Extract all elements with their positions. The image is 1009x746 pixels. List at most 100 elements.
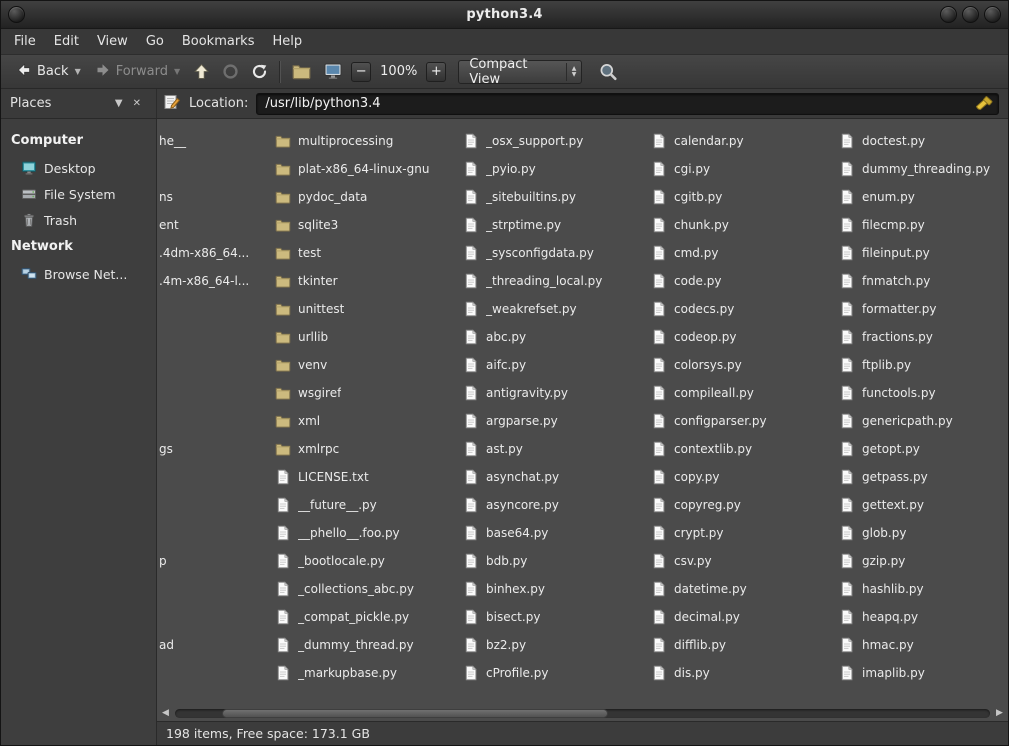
scrollbar-thumb[interactable] — [222, 709, 608, 718]
file-item[interactable]: dummy_threading.py — [837, 155, 1008, 183]
file-item[interactable]: compileall.py — [649, 379, 835, 407]
maximize-button[interactable] — [962, 6, 979, 23]
zoom-in-button[interactable]: + — [426, 62, 446, 82]
search-button[interactable] — [592, 59, 625, 85]
file-item[interactable]: __phello__.foo.py — [273, 519, 459, 547]
file-item[interactable]: cmd.py — [649, 239, 835, 267]
file-item-partial[interactable]: ent — [159, 211, 179, 239]
file-item[interactable]: configparser.py — [649, 407, 835, 435]
file-item-partial[interactable]: .4dm-x86_64... — [159, 239, 249, 267]
view-mode-dropdown[interactable]: Compact View ▲▼ — [458, 60, 582, 84]
file-item[interactable]: _osx_support.py — [461, 127, 647, 155]
file-item[interactable]: abc.py — [461, 323, 647, 351]
menu-item-file[interactable]: File — [5, 30, 45, 53]
file-item[interactable]: asynchat.py — [461, 463, 647, 491]
file-item-partial[interactable]: ns — [159, 183, 173, 211]
file-item[interactable]: getopt.py — [837, 435, 1008, 463]
file-item[interactable]: datetime.py — [649, 575, 835, 603]
file-item[interactable]: _compat_pickle.py — [273, 603, 459, 631]
sidebar-item-file-system[interactable]: File System — [1, 181, 156, 207]
file-item[interactable]: _sitebuiltins.py — [461, 183, 647, 211]
file-item[interactable]: aifc.py — [461, 351, 647, 379]
file-item[interactable]: fractions.py — [837, 323, 1008, 351]
window-menu-button[interactable] — [8, 6, 25, 23]
file-item[interactable]: ast.py — [461, 435, 647, 463]
scrollbar-track[interactable] — [175, 709, 990, 718]
clear-location-brush-icon[interactable] — [974, 96, 995, 115]
file-item-partial[interactable]: he__ — [159, 127, 186, 155]
file-item[interactable]: cgi.py — [649, 155, 835, 183]
file-item[interactable]: hmac.py — [837, 631, 1008, 659]
menu-item-edit[interactable]: Edit — [45, 30, 88, 53]
file-item[interactable]: crypt.py — [649, 519, 835, 547]
back-dropdown-icon[interactable]: ▼ — [75, 67, 81, 76]
up-button[interactable] — [187, 60, 216, 83]
file-item[interactable]: copyreg.py — [649, 491, 835, 519]
new-folder-button[interactable] — [286, 60, 317, 83]
open-terminal-button[interactable] — [317, 60, 349, 83]
file-item[interactable]: _collections_abc.py — [273, 575, 459, 603]
places-close-icon[interactable]: ✕ — [128, 96, 146, 111]
edit-location-icon[interactable] — [163, 93, 181, 115]
file-item[interactable]: glob.py — [837, 519, 1008, 547]
menu-item-help[interactable]: Help — [263, 30, 311, 53]
file-item[interactable]: fileinput.py — [837, 239, 1008, 267]
folder-item[interactable]: xmlrpc — [273, 435, 459, 463]
folder-item[interactable]: multiprocessing — [273, 127, 459, 155]
file-item[interactable]: copy.py — [649, 463, 835, 491]
scroll-right-icon[interactable]: ▶ — [992, 705, 1007, 721]
file-item[interactable]: bz2.py — [461, 631, 647, 659]
file-item[interactable]: base64.py — [461, 519, 647, 547]
forward-button[interactable]: Forward ▼ — [88, 59, 187, 85]
scroll-left-icon[interactable]: ◀ — [158, 705, 173, 721]
file-item[interactable]: codeop.py — [649, 323, 835, 351]
file-item[interactable]: gettext.py — [837, 491, 1008, 519]
file-item[interactable]: getpass.py — [837, 463, 1008, 491]
file-item[interactable]: code.py — [649, 267, 835, 295]
folder-item[interactable]: plat-x86_64-linux-gnu — [273, 155, 459, 183]
file-item[interactable]: asyncore.py — [461, 491, 647, 519]
file-item[interactable]: doctest.py — [837, 127, 1008, 155]
file-item[interactable]: _weakrefset.py — [461, 295, 647, 323]
file-item-partial[interactable]: .4m-x86_64-l... — [159, 267, 249, 295]
close-button[interactable] — [984, 6, 1001, 23]
file-item[interactable]: enum.py — [837, 183, 1008, 211]
file-item[interactable]: contextlib.py — [649, 435, 835, 463]
folder-item[interactable]: sqlite3 — [273, 211, 459, 239]
file-item-partial[interactable]: ad — [159, 631, 174, 659]
file-item[interactable]: bdb.py — [461, 547, 647, 575]
file-item[interactable]: decimal.py — [649, 603, 835, 631]
sidebar-item-desktop[interactable]: Desktop — [1, 155, 156, 181]
folder-item[interactable]: unittest — [273, 295, 459, 323]
file-item[interactable]: antigravity.py — [461, 379, 647, 407]
file-item[interactable]: colorsys.py — [649, 351, 835, 379]
file-item-partial[interactable]: p — [159, 547, 167, 575]
file-item[interactable]: hashlib.py — [837, 575, 1008, 603]
minimize-button[interactable] — [940, 6, 957, 23]
file-item-partial[interactable]: gs — [159, 435, 173, 463]
file-item[interactable]: ftplib.py — [837, 351, 1008, 379]
file-item[interactable]: chunk.py — [649, 211, 835, 239]
file-item[interactable]: codecs.py — [649, 295, 835, 323]
file-item[interactable]: calendar.py — [649, 127, 835, 155]
location-input[interactable]: /usr/lib/python3.4 — [256, 93, 999, 115]
file-item[interactable]: gzip.py — [837, 547, 1008, 575]
file-item[interactable]: LICENSE.txt — [273, 463, 459, 491]
file-item[interactable]: argparse.py — [461, 407, 647, 435]
file-item[interactable]: functools.py — [837, 379, 1008, 407]
file-item[interactable]: _dummy_thread.py — [273, 631, 459, 659]
spinner-arrows-icon[interactable]: ▲▼ — [566, 63, 577, 81]
file-item[interactable]: cgitb.py — [649, 183, 835, 211]
stop-button[interactable] — [216, 60, 245, 83]
file-item[interactable]: _pyio.py — [461, 155, 647, 183]
folder-item[interactable]: tkinter — [273, 267, 459, 295]
file-item[interactable]: fnmatch.py — [837, 267, 1008, 295]
zoom-out-button[interactable]: − — [351, 62, 371, 82]
file-item[interactable]: bisect.py — [461, 603, 647, 631]
file-item[interactable]: heapq.py — [837, 603, 1008, 631]
file-item[interactable]: imaplib.py — [837, 659, 1008, 687]
folder-item[interactable]: wsgiref — [273, 379, 459, 407]
folder-item[interactable]: test — [273, 239, 459, 267]
file-item[interactable]: _threading_local.py — [461, 267, 647, 295]
menu-item-view[interactable]: View — [88, 30, 137, 53]
